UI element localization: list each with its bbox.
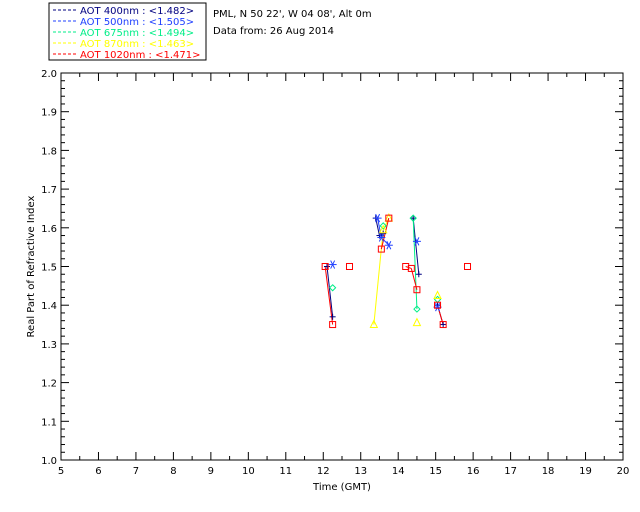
axis-ticks: [60, 72, 624, 461]
y-tick-label: 1.7: [41, 185, 57, 196]
square-marker: [345, 263, 353, 270]
y-tick-label: 1.3: [41, 340, 57, 351]
x-tick-label: 19: [579, 466, 592, 477]
x-tick-label: 6: [95, 466, 101, 477]
chart-canvas: AOT 400nm : <1.482>AOT 500nm : <1.505>AO…: [26, 2, 630, 493]
data-point: [410, 215, 417, 222]
y-tick-label: 1.8: [41, 146, 57, 157]
diamond-marker: [433, 295, 442, 304]
date-text: Data from: 26 Aug 2014: [213, 26, 334, 37]
x-tick-label: 5: [58, 466, 64, 477]
data-point: [433, 290, 442, 300]
legend-label: AOT 870nm : <1.463>: [80, 39, 194, 50]
y-tick-label: 1.9: [41, 108, 57, 119]
series-line-segment: [326, 266, 334, 317]
data-point: [329, 313, 336, 320]
x-tick-labels: 5 6 7 8 9 10 11 12 13 14 15 16 17 18 19 20: [58, 466, 630, 477]
square-marker: [464, 263, 472, 270]
y-tick-label: 1.1: [41, 417, 57, 428]
y-axis-title: Real Part of Refractive Index: [26, 195, 37, 337]
series-line-segment: [373, 229, 384, 325]
location-text: PML, N 50 22', W 04 08', Alt 0m: [213, 9, 372, 20]
data-point: [328, 260, 337, 269]
legend-label: AOT 675nm : <1.494>: [80, 28, 194, 39]
x-tick-label: 15: [429, 466, 442, 477]
y-tick-label: 1.6: [41, 224, 57, 235]
y-tick-label: 1.0: [41, 456, 57, 467]
series-markers: [321, 213, 472, 329]
x-tick-label: 7: [133, 466, 139, 477]
legend-label: AOT 1020nm : <1.471>: [80, 50, 200, 61]
data-point: [412, 317, 422, 327]
x-tick-label: 16: [467, 466, 480, 477]
x-tick-label: 10: [242, 466, 255, 477]
x-tick-label: 20: [617, 466, 630, 477]
x-tick-label: 13: [354, 466, 367, 477]
data-point: [433, 295, 442, 304]
data-point: [373, 213, 382, 223]
plot-frame: [60, 72, 624, 461]
x-tick-label: 18: [542, 466, 555, 477]
x-tick-label: 8: [170, 466, 176, 477]
y-tick-label: 1.2: [41, 379, 57, 390]
data-point: [464, 263, 472, 270]
series-line-segment: [324, 266, 334, 325]
legend-label: AOT 400nm : <1.482>: [80, 6, 194, 17]
x-tick-label: 12: [317, 466, 330, 477]
x-axis-title: Time (GMT): [312, 482, 371, 493]
triangle-marker: [412, 317, 422, 327]
data-point: [345, 263, 353, 270]
y-tick-labels: 1.0 1.1 1.2 1.3 1.4 1.5 1.6 1.7 1.8 1.9 2.0: [41, 69, 57, 467]
x-tick-label: 17: [504, 466, 517, 477]
x-tick-label: 14: [392, 466, 405, 477]
x-tick-label: 9: [208, 466, 214, 477]
series-line-segment: [412, 218, 418, 310]
y-tick-label: 1.4: [41, 301, 57, 312]
x-tick-label: 11: [279, 466, 292, 477]
y-tick-label: 2.0: [41, 69, 57, 80]
data-point: [328, 284, 337, 292]
data-point: [415, 271, 422, 278]
triangle-marker: [433, 290, 442, 300]
diamond-marker: [328, 284, 337, 292]
legend-label: AOT 500nm : <1.505>: [80, 17, 194, 28]
y-tick-label: 1.5: [41, 263, 57, 274]
data-point: [440, 321, 447, 328]
